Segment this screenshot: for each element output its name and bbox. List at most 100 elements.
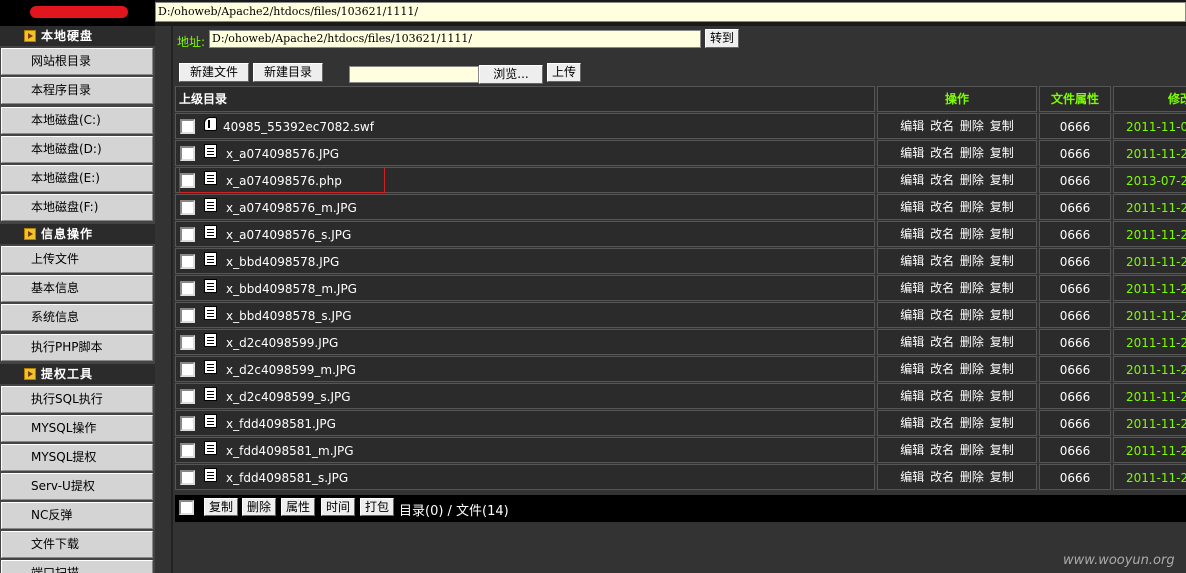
sidebar-item-disk-e[interactable]: 本地磁盘(E:)	[1, 165, 153, 192]
sidebar-section-info: 信息操作	[0, 224, 155, 244]
file-name-link[interactable]: x_d2c4098599_s.JPG	[226, 390, 351, 404]
file-name-link[interactable]: x_d2c4098599_m.JPG	[226, 363, 356, 377]
sidebar-item-mysql-priv[interactable]: MYSQL提权	[1, 444, 153, 471]
file-name-link[interactable]: x_d2c4098599.JPG	[226, 336, 338, 350]
sidebar-item-web-root[interactable]: 网站根目录	[1, 48, 153, 75]
batch-copy-button[interactable]: 复制	[204, 498, 238, 516]
row-checkbox[interactable]	[180, 308, 195, 323]
file-perm-value[interactable]: 0666	[1039, 113, 1111, 139]
row-checkbox[interactable]	[180, 389, 195, 404]
sidebar-item-basic-info[interactable]: 基本信息	[1, 275, 153, 302]
file-ops-links[interactable]: 编辑 改名 删除 复制	[877, 302, 1037, 328]
sidebar-item-port-scan[interactable]: 端口扫描	[1, 560, 153, 573]
batch-delete-button[interactable]: 删除	[242, 498, 276, 516]
sidebar-item-disk-f[interactable]: 本地磁盘(F:)	[1, 194, 153, 221]
select-all-checkbox[interactable]	[179, 500, 194, 515]
file-ops-links[interactable]: 编辑 改名 删除 复制	[877, 410, 1037, 436]
row-checkbox[interactable]	[180, 227, 195, 242]
sidebar-item-exec-sql[interactable]: 执行SQL执行	[1, 386, 153, 413]
ops-header: 操作	[877, 86, 1037, 112]
file-ops-links[interactable]: 编辑 改名 删除 复制	[877, 329, 1037, 355]
sidebar-item-disk-d[interactable]: 本地磁盘(D:)	[1, 136, 153, 163]
file-ops-links[interactable]: 编辑 改名 删除 复制	[877, 140, 1037, 166]
sidebar-section-title: 信息操作	[41, 227, 94, 241]
file-ops-links[interactable]: 编辑 改名 删除 复制	[877, 356, 1037, 382]
sidebar-item-program-dir[interactable]: 本程序目录	[1, 77, 153, 104]
file-name-cell: x_bbd4098578_s.JPG	[175, 302, 875, 328]
file-icon	[204, 468, 217, 482]
row-checkbox[interactable]	[180, 200, 195, 215]
file-name-link[interactable]: x_fdd4098581.JPG	[226, 417, 336, 431]
sidebar-item-upload-file[interactable]: 上传文件	[1, 246, 153, 273]
row-checkbox[interactable]	[180, 470, 195, 485]
file-perm-value[interactable]: 0666	[1039, 464, 1111, 490]
parent-dir-link[interactable]: 上级目录	[175, 86, 875, 112]
file-name-link[interactable]: x_fdd4098581_m.JPG	[226, 444, 354, 458]
file-ops-links[interactable]: 编辑 改名 删除 复制	[877, 248, 1037, 274]
file-name-link[interactable]: x_a074098576.JPG	[226, 147, 339, 161]
file-perm-value[interactable]: 0666	[1039, 221, 1111, 247]
row-checkbox[interactable]	[180, 281, 195, 296]
file-perm-value[interactable]: 0666	[1039, 329, 1111, 355]
file-perm-value[interactable]: 0666	[1039, 140, 1111, 166]
address-input[interactable]: D:/ohoweb/Apache2/htdocs/files/103621/11…	[209, 30, 701, 48]
sidebar-item-exec-php[interactable]: 执行PHP脚本	[1, 334, 153, 361]
file-perm-value[interactable]: 0666	[1039, 302, 1111, 328]
file-name-link[interactable]: 40985_55392ec7082.swf	[223, 120, 374, 134]
sidebar-item-servu-priv[interactable]: Serv-U提权	[1, 473, 153, 500]
batch-attr-button[interactable]: 属性	[281, 498, 315, 516]
row-checkbox[interactable]	[180, 416, 195, 431]
sidebar-item-nc-reverse[interactable]: NC反弹	[1, 502, 153, 529]
file-ops-links[interactable]: 编辑 改名 删除 复制	[877, 194, 1037, 220]
sidebar-item-system-info[interactable]: 系统信息	[1, 304, 153, 331]
new-file-button[interactable]: 新建文件	[179, 63, 249, 82]
file-ops-links[interactable]: 编辑 改名 删除 复制	[877, 167, 1037, 193]
file-ops-links[interactable]: 编辑 改名 删除 复制	[877, 275, 1037, 301]
row-checkbox[interactable]	[180, 254, 195, 269]
file-ops-links[interactable]: 编辑 改名 删除 复制	[877, 464, 1037, 490]
row-checkbox[interactable]	[180, 146, 195, 161]
sidebar: 本地硬盘 网站根目录 本程序目录 本地磁盘(C:) 本地磁盘(D:) 本地磁盘(…	[0, 26, 155, 573]
file-name-link[interactable]: x_bbd4098578_s.JPG	[226, 309, 352, 323]
file-ops-links[interactable]: 编辑 改名 删除 复制	[877, 221, 1037, 247]
file-ops-links[interactable]: 编辑 改名 删除 复制	[877, 383, 1037, 409]
file-name-link[interactable]: x_bbd4098578_m.JPG	[226, 282, 357, 296]
file-ops-links[interactable]: 编辑 改名 删除 复制	[877, 113, 1037, 139]
file-icon	[204, 198, 217, 212]
file-name-link[interactable]: x_fdd4098581_s.JPG	[226, 471, 348, 485]
file-perm-value[interactable]: 0666	[1039, 356, 1111, 382]
sidebar-item-file-download[interactable]: 文件下载	[1, 531, 153, 558]
file-ops-links[interactable]: 编辑 改名 删除 复制	[877, 437, 1037, 463]
file-mtime-value: 2011-11-2	[1113, 329, 1186, 355]
file-perm-value[interactable]: 0666	[1039, 194, 1111, 220]
file-perm-value[interactable]: 0666	[1039, 383, 1111, 409]
batch-pack-button[interactable]: 打包	[360, 498, 394, 516]
sidebar-section-title: 本地硬盘	[41, 29, 94, 43]
file-name-link[interactable]: x_a074098576_m.JPG	[226, 201, 357, 215]
top-path-field[interactable]: D:/ohoweb/Apache2/htdocs/files/103621/11…	[155, 2, 1186, 22]
file-name-cell: x_fdd4098581.JPG	[175, 410, 875, 436]
row-checkbox[interactable]	[180, 443, 195, 458]
file-perm-value[interactable]: 0666	[1039, 437, 1111, 463]
sidebar-item-disk-c[interactable]: 本地磁盘(C:)	[1, 107, 153, 134]
file-mtime-value: 2011-11-2	[1113, 221, 1186, 247]
file-perm-value[interactable]: 0666	[1039, 410, 1111, 436]
file-perm-value[interactable]: 0666	[1039, 248, 1111, 274]
new-dir-button[interactable]: 新建目录	[253, 63, 323, 82]
row-checkbox[interactable]	[180, 335, 195, 350]
batch-time-button[interactable]: 时间	[321, 498, 355, 516]
browse-button[interactable]: 浏览...	[479, 65, 543, 84]
row-checkbox[interactable]	[180, 362, 195, 377]
file-name-link[interactable]: x_a074098576_s.JPG	[226, 228, 351, 242]
file-name-cell: 40985_55392ec7082.swf	[175, 113, 875, 139]
goto-button[interactable]: 转到	[705, 29, 739, 48]
file-mtime-value: 2011-11-2	[1113, 464, 1186, 490]
upload-button[interactable]: 上传	[547, 63, 581, 82]
file-perm-value[interactable]: 0666	[1039, 167, 1111, 193]
upload-file-input[interactable]	[349, 66, 479, 83]
file-perm-value[interactable]: 0666	[1039, 275, 1111, 301]
file-name-link[interactable]: x_bbd4098578.JPG	[226, 255, 339, 269]
sidebar-item-mysql-ops[interactable]: MYSQL操作	[1, 415, 153, 442]
row-checkbox[interactable]	[180, 119, 195, 134]
table-row: x_a074098576_s.JPG 编辑 改名 删除 复制 0666 2011-11…	[175, 221, 1186, 248]
